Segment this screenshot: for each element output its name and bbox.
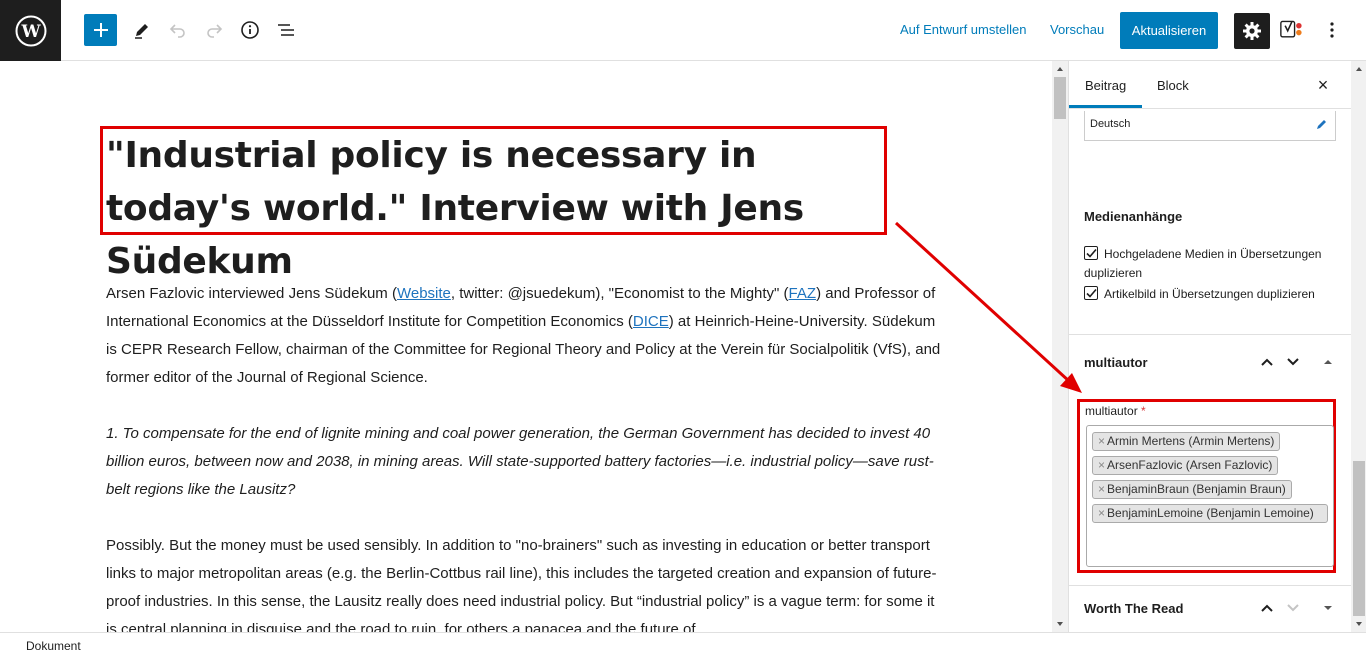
more-options-button[interactable] — [1320, 18, 1344, 42]
switch-to-draft-link[interactable]: Auf Entwurf umstellen — [900, 22, 1026, 37]
media-option-2-row[interactable]: Artikelbild in Übersetzungen duplizieren — [1084, 285, 1324, 304]
remove-chip-icon[interactable]: × — [1098, 482, 1105, 496]
active-tab-indicator — [1069, 105, 1142, 108]
chevron-up-icon — [1261, 604, 1273, 612]
editor-footer: Dokument — [0, 632, 1366, 657]
edit-pencil-icon[interactable] — [1315, 117, 1329, 131]
wordpress-logo-button[interactable]: W — [0, 0, 61, 61]
checkbox-checked[interactable] — [1084, 286, 1098, 300]
author-chip-label: BenjaminLemoine (Benjamin Lemoine) — [1107, 506, 1314, 520]
caret-down-icon — [1324, 606, 1332, 610]
scroll-down-icon — [1057, 622, 1063, 626]
remove-chip-icon[interactable]: × — [1098, 506, 1105, 520]
worth-the-read-heading[interactable]: Worth The Read — [1084, 601, 1183, 616]
redo-button[interactable] — [202, 18, 226, 42]
svg-text:W: W — [20, 22, 41, 42]
checkmark-icon — [1086, 248, 1097, 258]
editor-scroll-thumb[interactable] — [1054, 77, 1066, 119]
sidebar-tabs: Beitrag Block × — [1069, 61, 1351, 109]
author-chip-label: ArsenFazlovic (Arsen Fazlovic) — [1107, 458, 1273, 472]
close-sidebar-button[interactable]: × — [1311, 73, 1335, 97]
move-down-button[interactable] — [1283, 352, 1303, 372]
move-up-button[interactable] — [1257, 352, 1277, 372]
redo-icon — [207, 24, 223, 38]
expand-panel-button[interactable] — [1318, 598, 1338, 618]
checkmark-icon — [1086, 288, 1097, 298]
breadcrumb-document[interactable]: Dokument — [26, 639, 81, 653]
pencil-icon — [135, 24, 148, 39]
multiautor-label-text: multiautor — [1085, 404, 1138, 418]
undo-button[interactable] — [166, 18, 190, 42]
media-heading: Medienanhänge — [1084, 209, 1183, 224]
wordpress-icon: W — [15, 15, 46, 46]
list-view-button[interactable] — [274, 18, 298, 42]
details-button[interactable] — [238, 18, 262, 42]
scroll-up-icon — [1356, 67, 1362, 71]
chevron-up-icon — [1261, 358, 1273, 366]
yoast-icon — [1280, 20, 1302, 38]
preview-link[interactable]: Vorschau — [1050, 22, 1104, 37]
author-chip[interactable]: × Armin Mertens (Armin Mertens) — [1092, 432, 1281, 451]
website-link[interactable]: Website — [397, 285, 451, 302]
plus-icon — [93, 23, 108, 37]
collapse-panel-button[interactable] — [1318, 352, 1338, 372]
undo-icon — [169, 24, 185, 38]
multiautor-panel-heading[interactable]: multiautor — [1084, 355, 1148, 370]
sidebar-scrollbar[interactable] — [1351, 61, 1366, 632]
faz-link[interactable]: FAZ — [789, 285, 817, 302]
scroll-up-icon — [1057, 67, 1063, 71]
intro-text-a: Arsen Fazlovic interviewed Jens Südekum … — [106, 285, 397, 302]
author-chip-label: BenjaminBraun (Benjamin Braun) — [1107, 482, 1286, 496]
more-vertical-icon — [1330, 22, 1334, 38]
tab-block[interactable]: Block — [1157, 78, 1189, 93]
language-field[interactable]: Deutsch — [1084, 111, 1336, 141]
tools-button[interactable] — [130, 18, 154, 42]
settings-button[interactable] — [1234, 13, 1270, 49]
gear-icon — [1243, 22, 1261, 40]
required-marker: * — [1141, 404, 1146, 418]
settings-sidebar: Beitrag Block × Deutsch Medienanhänge Ho… — [1068, 61, 1366, 632]
author-chip-label: Armin Mertens (Armin Mertens) — [1107, 434, 1275, 448]
question-paragraph[interactable]: 1. To compensate for the end of lignite … — [106, 420, 946, 504]
dice-link[interactable]: DICE — [633, 313, 669, 330]
chevron-down-icon — [1287, 358, 1299, 366]
author-chip[interactable]: × BenjaminBraun (Benjamin Braun) — [1092, 480, 1292, 499]
list-view-icon — [278, 24, 294, 36]
chevron-down-icon — [1287, 604, 1299, 612]
move-down-button[interactable] — [1283, 598, 1303, 618]
editor-scrollbar[interactable] — [1052, 61, 1068, 632]
checkbox-checked[interactable] — [1084, 246, 1098, 260]
multiautor-select[interactable]: × Armin Mertens (Armin Mertens) × ArsenFaz… — [1086, 425, 1334, 567]
divider — [1069, 585, 1351, 586]
intro-paragraph[interactable]: Arsen Fazlovic interviewed Jens Südekum … — [106, 280, 946, 392]
language-value: Deutsch — [1090, 118, 1131, 130]
divider — [1069, 334, 1351, 335]
remove-chip-icon[interactable]: × — [1098, 458, 1105, 472]
answer-paragraph[interactable]: Possibly. But the money must be used sen… — [106, 532, 946, 632]
scroll-down-icon — [1356, 622, 1362, 626]
remove-chip-icon[interactable]: × — [1098, 434, 1105, 448]
media-option-1-label: Hochgeladene Medien in Übersetzungen dup… — [1084, 247, 1322, 280]
media-option-1-row[interactable]: Hochgeladene Medien in Übersetzungen dup… — [1084, 245, 1324, 283]
post-title[interactable]: "Industrial policy is necessary in today… — [106, 129, 896, 288]
info-icon — [241, 21, 259, 39]
intro-text-b: , twitter: @jsuedekum), "Economist to th… — [450, 285, 789, 302]
move-up-button[interactable] — [1257, 598, 1277, 618]
media-option-2-label: Artikelbild in Übersetzungen duplizieren — [1104, 287, 1315, 301]
yoast-button[interactable] — [1280, 18, 1304, 42]
author-chip[interactable]: × ArsenFazlovic (Arsen Fazlovic) — [1092, 456, 1279, 475]
add-block-button[interactable] — [84, 14, 117, 46]
editor-header: W Auf Entwurf umstellen Vorschau Aktuali — [0, 0, 1366, 61]
tab-post[interactable]: Beitrag — [1085, 78, 1126, 93]
author-chip[interactable]: × BenjaminLemoine (Benjamin Lemoine) — [1092, 504, 1328, 523]
update-button[interactable]: Aktualisieren — [1120, 12, 1218, 49]
caret-up-icon — [1324, 360, 1332, 364]
multiautor-field-label: multiautor * — [1085, 404, 1146, 418]
sidebar-scroll-thumb[interactable] — [1353, 461, 1365, 616]
editor-canvas: "Industrial policy is necessary in today… — [0, 61, 1052, 632]
